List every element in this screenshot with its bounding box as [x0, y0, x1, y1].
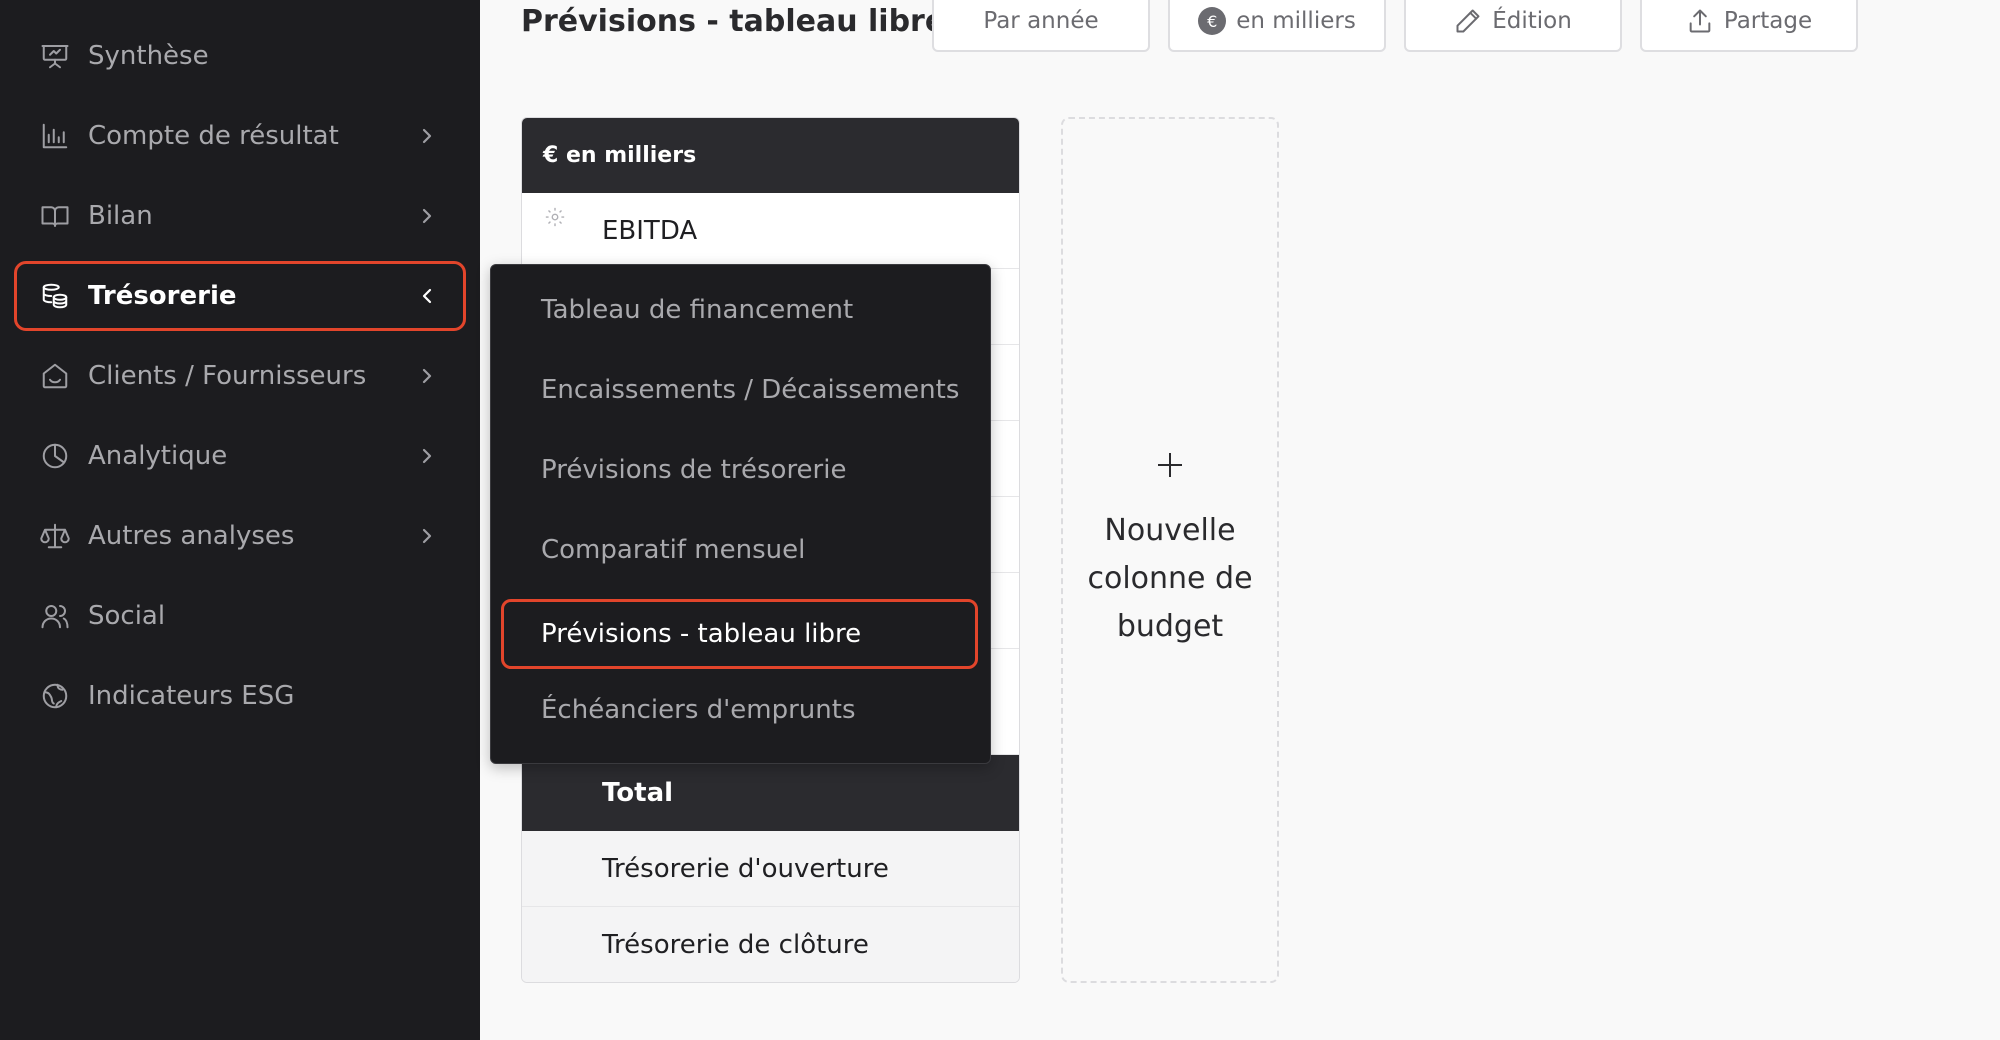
submenu-item-previsions-tableau-libre[interactable]: Prévisions - tableau libre: [501, 599, 978, 669]
submenu-item-tableau-de-financement[interactable]: Tableau de financement: [501, 275, 978, 345]
submenu-item-echeanciers-emprunts[interactable]: Échéanciers d'emprunts: [501, 675, 978, 745]
sidebar-item-label: Analytique: [88, 441, 228, 471]
share-button[interactable]: Partage: [1640, 0, 1858, 52]
sidebar-item-compte-de-resultat[interactable]: Compte de résultat: [14, 101, 466, 171]
total-row: Total: [522, 755, 1019, 831]
sidebar-item-label: Synthèse: [88, 41, 209, 71]
period-button-label: Par année: [983, 8, 1099, 34]
row-label: Trésorerie de clôture: [602, 929, 869, 960]
sidebar-item-clients-fournisseurs[interactable]: Clients / Fournisseurs: [14, 341, 466, 411]
total-label: Total: [602, 778, 674, 808]
submenu-item-previsions-de-tresorerie[interactable]: Prévisions de trésorerie: [501, 435, 978, 505]
bar-chart-icon: [40, 121, 70, 151]
edit-button[interactable]: Édition: [1404, 0, 1622, 52]
pencil-icon: [1454, 7, 1482, 35]
submenu-item-label: Prévisions - tableau libre: [541, 619, 862, 649]
submenu-item-label: Échéanciers d'emprunts: [541, 695, 856, 725]
submenu-item-comparatif-mensuel[interactable]: Comparatif mensuel: [501, 515, 978, 585]
sidebar-item-autres-analyses[interactable]: Autres analyses: [14, 501, 466, 571]
unit-button[interactable]: € en milliers: [1168, 0, 1386, 52]
scale-icon: [40, 521, 70, 551]
submenu-item-label: Comparatif mensuel: [541, 535, 806, 565]
sidebar-item-label: Compte de résultat: [88, 121, 339, 151]
share-button-label: Partage: [1723, 8, 1813, 34]
submenu-item-encaissements-decaissements[interactable]: Encaissements / Décaissements: [501, 355, 978, 425]
sidebar-item-label: Bilan: [88, 201, 153, 231]
sidebar-item-label: Indicateurs ESG: [88, 681, 295, 711]
submenu-item-label: Prévisions de trésorerie: [541, 455, 847, 485]
sidebar-item-social[interactable]: Social: [14, 581, 466, 651]
home-icon: [40, 361, 70, 391]
chevron-right-icon: [416, 124, 438, 148]
page-title: Prévisions - tableau libre: [521, 4, 946, 39]
sidebar-item-label: Clients / Fournisseurs: [88, 361, 367, 391]
edit-button-label: Édition: [1492, 8, 1572, 34]
submenu-item-label: Tableau de financement: [541, 295, 854, 325]
chevron-right-icon: [416, 444, 438, 468]
chevron-right-icon: [416, 524, 438, 548]
submenu-item-label: Encaissements / Décaissements: [541, 375, 960, 405]
chevron-right-icon: [416, 204, 438, 228]
row-label: EBITDA: [602, 215, 698, 246]
gear-icon[interactable]: [544, 205, 566, 235]
new-column-label: Nouvelle colonne de budget: [1087, 513, 1253, 644]
euro-badge-icon: €: [1198, 7, 1227, 35]
sidebar-item-indicateurs-esg[interactable]: Indicateurs ESG: [14, 661, 466, 731]
sidebar: Synthèse Compte de résultat Bilan Trésor…: [0, 0, 480, 1040]
sidebar-item-analytique[interactable]: Analytique: [14, 421, 466, 491]
opening-cash-row: Trésorerie d'ouverture: [522, 831, 1019, 907]
new-budget-column-button[interactable]: Nouvelle colonne de budget: [1061, 117, 1279, 983]
sidebar-item-bilan[interactable]: Bilan: [14, 181, 466, 251]
period-button[interactable]: Par année: [932, 0, 1150, 52]
users-icon: [40, 601, 70, 631]
tresorerie-submenu: Tableau de financement Encaissements / D…: [490, 264, 991, 764]
plus-icon: [1154, 449, 1186, 485]
pie-chart-icon: [40, 441, 70, 471]
table-row[interactable]: EBITDA: [522, 193, 1019, 269]
closing-cash-row: Trésorerie de clôture: [522, 907, 1019, 982]
chevron-right-icon: [416, 364, 438, 388]
share-icon: [1686, 7, 1714, 35]
sidebar-item-synthese[interactable]: Synthèse: [14, 21, 466, 91]
sidebar-item-label: Social: [88, 601, 166, 631]
sidebar-item-tresorerie[interactable]: Trésorerie: [14, 261, 466, 331]
coins-icon: [40, 281, 70, 311]
unit-button-label: en milliers: [1236, 8, 1356, 34]
chevron-left-icon: [416, 284, 438, 308]
table-header: € en milliers: [522, 118, 1019, 193]
sidebar-item-label: Autres analyses: [88, 521, 295, 551]
globe-icon: [40, 681, 70, 711]
presentation-icon: [40, 41, 70, 71]
sidebar-item-label: Trésorerie: [88, 281, 237, 311]
row-label: Trésorerie d'ouverture: [602, 853, 889, 884]
book-icon: [40, 201, 70, 231]
